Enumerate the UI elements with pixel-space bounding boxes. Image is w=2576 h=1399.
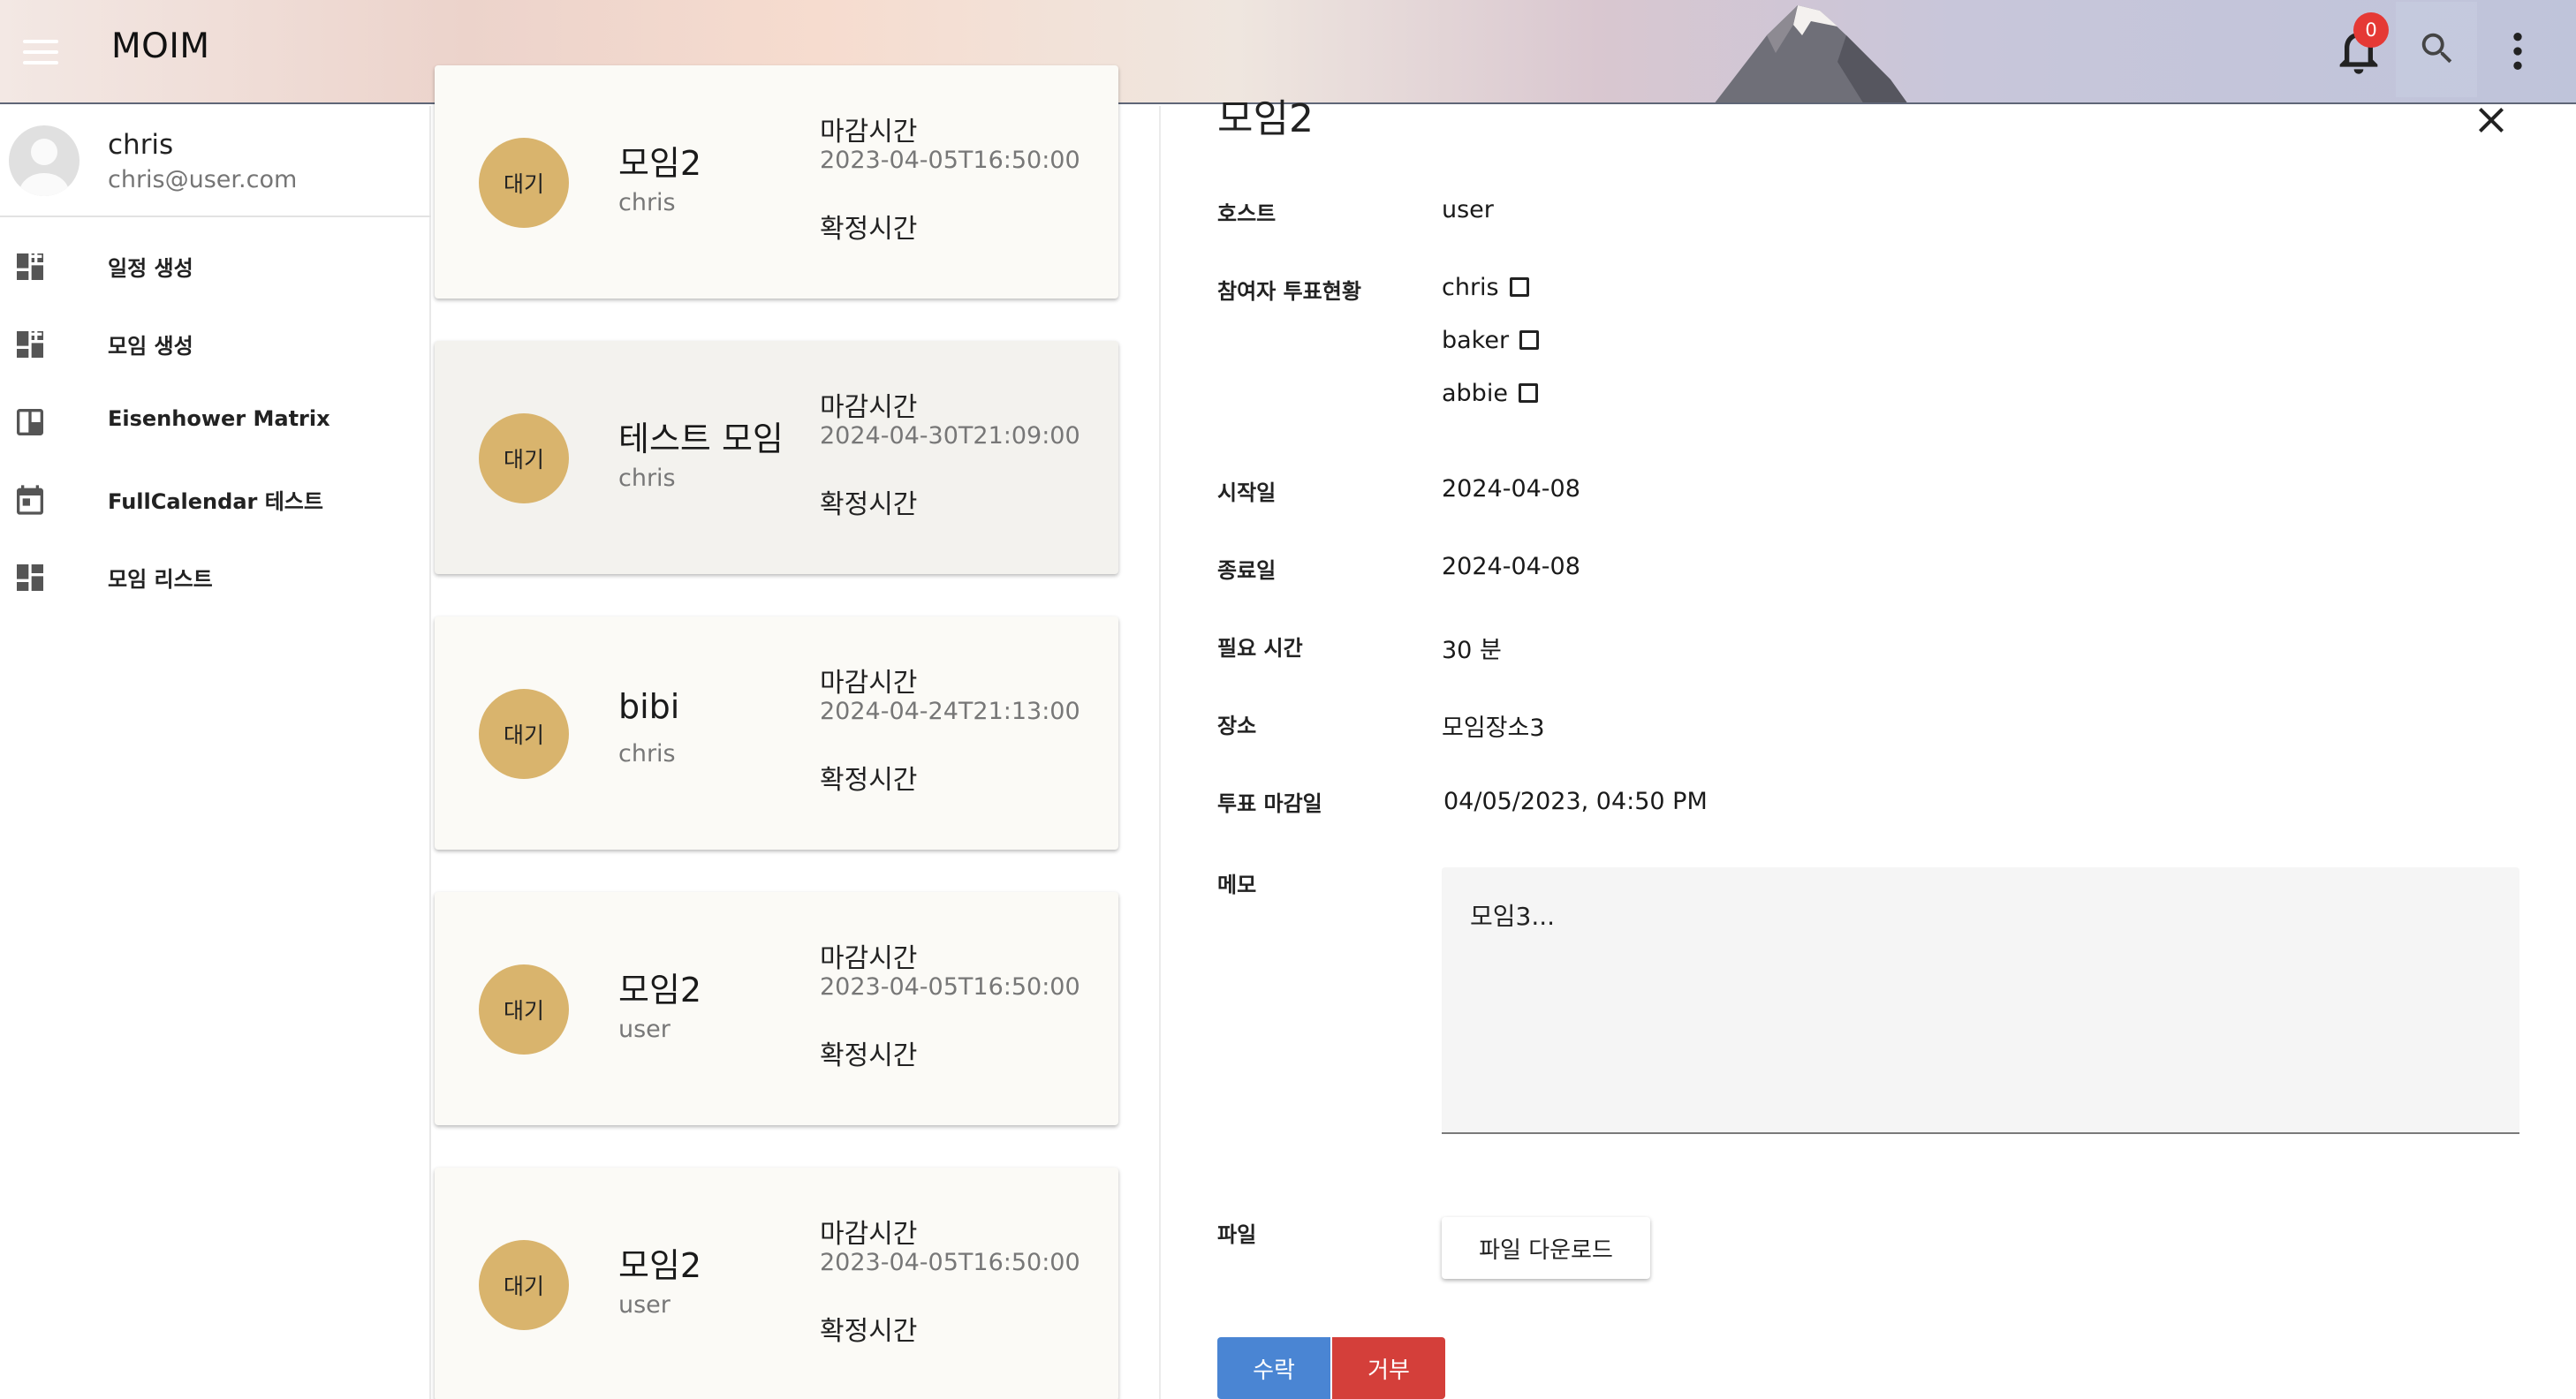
dashboard-add-icon (17, 250, 43, 280)
confirm-time-label: 확정시간 (820, 1316, 918, 1347)
user-email: chris@user.com (108, 166, 298, 193)
accept-button[interactable]: 수락 (1217, 1337, 1330, 1399)
confirm-time-label: 확정시간 (820, 489, 918, 520)
avatar (9, 125, 80, 196)
voter-row: baker (1442, 327, 1540, 354)
voter-name: baker (1442, 327, 1510, 354)
app-title: MOIM (111, 26, 210, 66)
notification-badge: 0 (2353, 12, 2389, 48)
board-icon (17, 409, 43, 435)
host-label: 호스트 (1217, 201, 1277, 226)
meeting-detail-panel: 모임2 호스트 user 참여자 투표현황 chris baker abbie … (1163, 96, 2576, 1399)
voter-name: abbie (1442, 380, 1508, 407)
mountain-background-image (1715, 5, 1907, 102)
memo-field[interactable]: 모임3... (1442, 867, 2519, 1134)
meeting-card[interactable]: 대기 테스트 모임 chris 마감시간 2024-04-30T21:09:00… (435, 341, 1118, 574)
sidebar-item-meeting-list[interactable]: 모임 리스트 (0, 542, 431, 613)
meeting-card[interactable]: 대기 bibi chris 마감시간 2024-04-24T21:13:00 확… (435, 616, 1118, 850)
user-profile: chris chris@user.com (0, 106, 431, 217)
confirm-time-label: 확정시간 (820, 765, 918, 796)
user-name: chris (108, 129, 174, 161)
sidebar-item-create-meeting[interactable]: 모임 생성 (0, 309, 431, 380)
deadline-label: 마감시간 (820, 117, 918, 147)
search-button[interactable] (2396, 2, 2477, 97)
meeting-title: 모임2 (618, 144, 702, 183)
menu-icon[interactable] (16, 27, 65, 77)
meeting-host: chris (618, 189, 676, 216)
deadline-label: 마감시간 (820, 1219, 918, 1250)
voters-label: 참여자 투표현황 (1217, 279, 1361, 304)
meeting-host: user (618, 1291, 671, 1319)
host-value: user (1442, 196, 1494, 223)
meeting-title: 모임2 (618, 1246, 702, 1285)
memo-label: 메모 (1217, 873, 1257, 897)
voter-row: abbie (1442, 380, 1538, 407)
end-date-value: 2024-04-08 (1442, 553, 1580, 580)
place-label: 장소 (1217, 714, 1257, 738)
meeting-title: bibi (618, 687, 680, 726)
sidebar-item-label: Eisenhower Matrix (108, 406, 330, 431)
reject-button[interactable]: 거부 (1332, 1337, 1445, 1399)
vote-checkbox (1509, 276, 1529, 297)
meeting-title: 테스트 모임 (618, 420, 784, 458)
status-badge: 대기 (479, 413, 569, 503)
confirm-time-label: 확정시간 (820, 214, 918, 245)
duration-label: 필요 시간 (1217, 636, 1303, 661)
status-badge: 대기 (479, 689, 569, 779)
meeting-list: 대기 모임2 chris 마감시간 2023-04-05T16:50:00 확정… (433, 65, 1161, 1399)
voter-name: chris (1442, 274, 1499, 301)
deadline-label: 마감시간 (820, 943, 918, 974)
meeting-host: chris (618, 740, 676, 768)
file-download-button[interactable]: 파일 다운로드 (1442, 1217, 1650, 1279)
sidebar-item-fullcalendar[interactable]: FullCalendar 테스트 (0, 465, 431, 535)
search-icon (2421, 33, 2452, 64)
deadline-label: 마감시간 (820, 392, 918, 423)
more-vertical-icon[interactable] (2493, 26, 2542, 76)
sidebar-item-create-schedule[interactable]: 일정 생성 (0, 231, 431, 302)
close-icon[interactable] (2470, 99, 2512, 141)
start-date-value: 2024-04-08 (1442, 475, 1580, 503)
sidebar: chris chris@user.com 일정 생성 모임 생성 Eisenho… (0, 106, 431, 1399)
deadline-value: 2023-04-05T16:50:00 (820, 1249, 1080, 1276)
meeting-title: 모임2 (618, 971, 702, 1010)
voter-row: chris (1442, 274, 1529, 301)
sidebar-item-label: FullCalendar 테스트 (108, 489, 323, 514)
vote-checkbox (1518, 382, 1538, 403)
duration-value: 30 분 (1442, 637, 1502, 664)
end-date-label: 종료일 (1217, 558, 1277, 583)
vote-deadline-label: 투표 마감일 (1217, 791, 1322, 816)
status-badge: 대기 (479, 1240, 569, 1330)
meeting-card[interactable]: 대기 모임2 chris 마감시간 2023-04-05T16:50:00 확정… (435, 65, 1118, 299)
meeting-card[interactable]: 대기 모임2 user 마감시간 2023-04-05T16:50:00 확정시… (435, 892, 1118, 1125)
sidebar-item-label: 모임 생성 (108, 334, 193, 359)
vote-checkbox (1519, 329, 1540, 350)
meeting-card[interactable]: 대기 모임2 user 마감시간 2023-04-05T16:50:00 확정시… (435, 1168, 1118, 1399)
sidebar-item-eisenhower-matrix[interactable]: Eisenhower Matrix (0, 387, 431, 458)
detail-title: 모임2 (1217, 96, 1314, 141)
meeting-host: chris (618, 465, 676, 492)
status-badge: 대기 (479, 138, 569, 228)
file-label: 파일 (1217, 1222, 1257, 1247)
meeting-host: user (618, 1016, 671, 1043)
place-value: 모임장소3 (1442, 715, 1545, 742)
memo-text: 모임3... (1470, 902, 1556, 931)
deadline-value: 2023-04-05T16:50:00 (820, 973, 1080, 1001)
deadline-value: 2023-04-05T16:50:00 (820, 147, 1080, 174)
vote-deadline-value: 04/05/2023, 04:50 PM (1443, 788, 1708, 815)
calendar-icon (17, 485, 43, 515)
sidebar-item-label: 일정 생성 (108, 256, 193, 281)
dashboard-icon (17, 564, 43, 591)
status-badge: 대기 (479, 964, 569, 1055)
confirm-time-label: 확정시간 (820, 1040, 918, 1071)
deadline-label: 마감시간 (820, 668, 918, 699)
deadline-value: 2024-04-24T21:13:00 (820, 698, 1080, 725)
deadline-value: 2024-04-30T21:09:00 (820, 422, 1080, 450)
dashboard-add-icon (17, 328, 43, 358)
sidebar-item-label: 모임 리스트 (108, 567, 213, 592)
start-date-label: 시작일 (1217, 480, 1277, 505)
